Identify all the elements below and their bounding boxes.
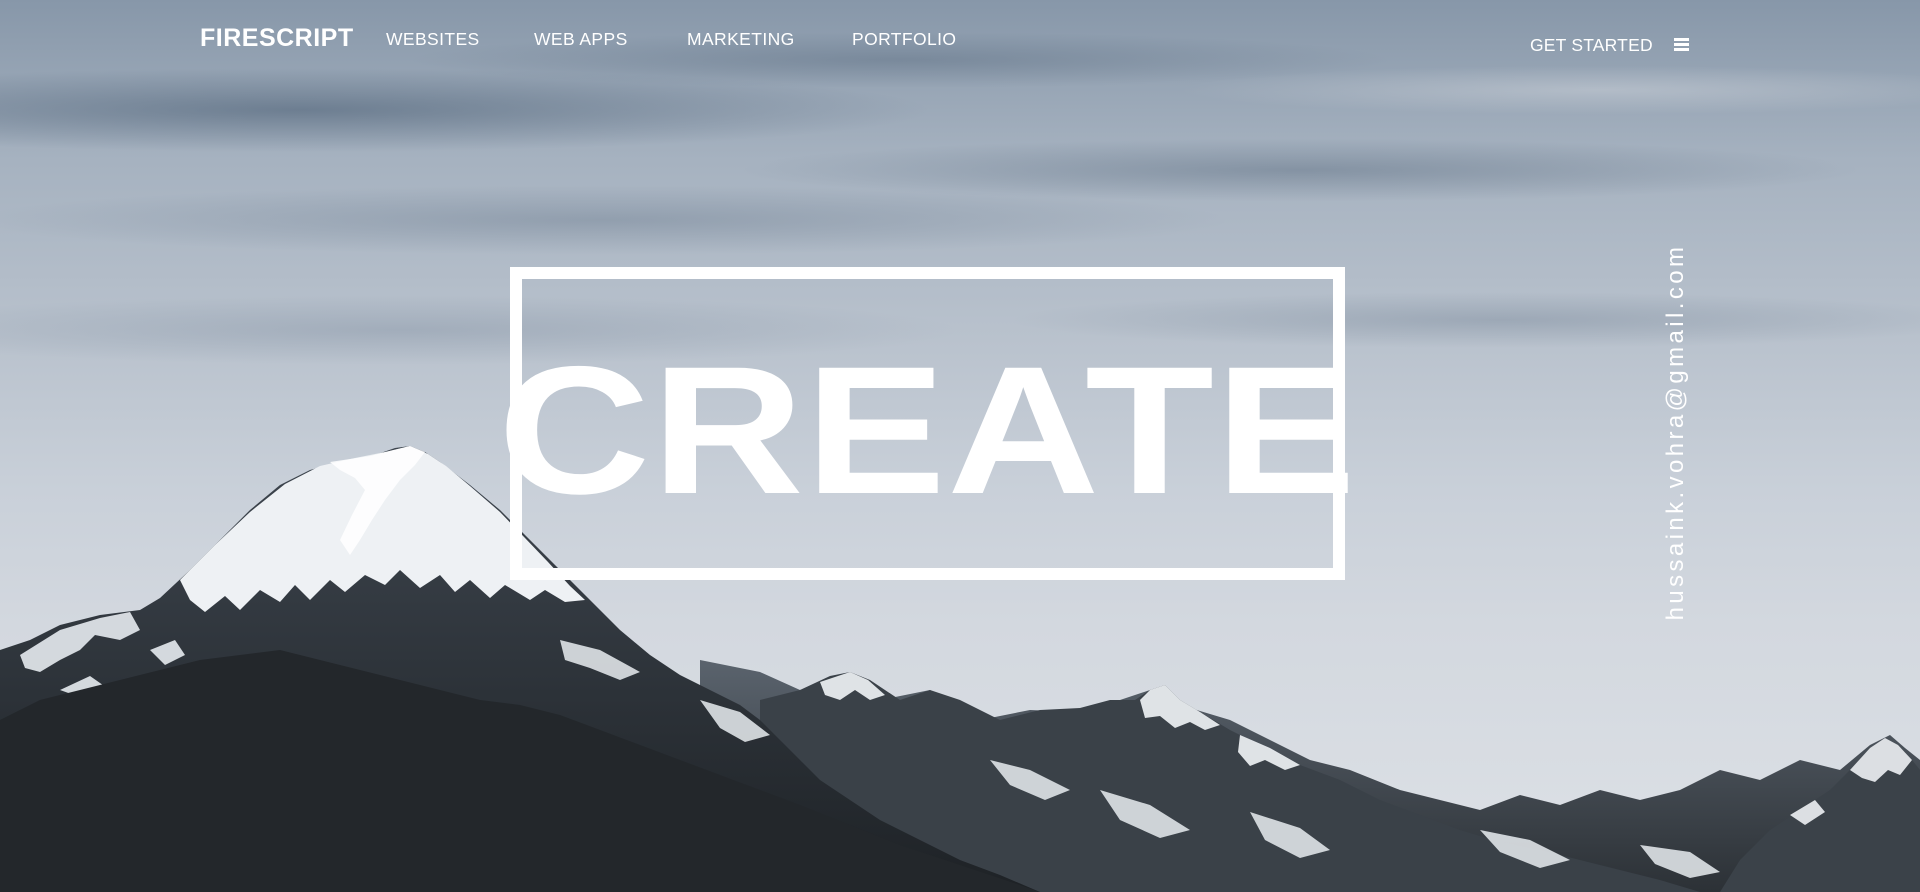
brand-logo[interactable]: FIRESCRIPT: [200, 24, 354, 53]
contact-email[interactable]: hussaink.vohra@gmail.com: [1662, 244, 1690, 621]
top-navigation: FIRESCRIPT WEBSITES WEB APPS MARKETING P…: [0, 0, 1920, 80]
nav-link-marketing[interactable]: MARKETING: [687, 29, 795, 50]
hero-section: FIRESCRIPT WEBSITES WEB APPS MARKETING P…: [0, 0, 1920, 892]
headline-frame: CREATE: [498, 267, 1356, 580]
nav-link-web-apps[interactable]: WEB APPS: [534, 29, 628, 50]
nav-link-websites[interactable]: WEBSITES: [386, 29, 480, 50]
hamburger-menu-icon[interactable]: [1674, 38, 1689, 51]
menu-icon-bar: [1674, 38, 1689, 41]
nav-link-portfolio[interactable]: PORTFOLIO: [852, 29, 956, 50]
menu-icon-bar: [1674, 43, 1689, 46]
menu-icon-bar: [1674, 48, 1689, 51]
get-started-button[interactable]: GET STARTED: [1530, 35, 1653, 56]
hero-headline: CREATE: [497, 328, 1358, 532]
